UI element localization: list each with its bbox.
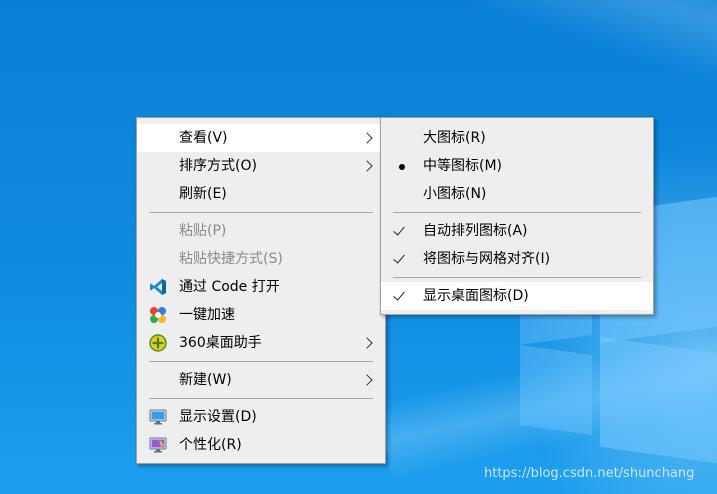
submenu-item-large-icons[interactable]: 大图标(R) (381, 124, 653, 152)
menu-separator (149, 361, 373, 362)
menu-separator (393, 212, 641, 213)
checkmark-icon (393, 223, 405, 236)
menu-item-new[interactable]: 新建(W) (137, 366, 385, 394)
menu-item-label: 通过 Code 打开 (179, 279, 280, 295)
menu-item-label: 刷新(E) (179, 186, 227, 202)
radio-dot-icon (399, 164, 405, 170)
chevron-right-icon (361, 132, 373, 144)
menu-item-label: 显示设置(D) (179, 409, 257, 425)
menu-item-paste[interactable]: 粘贴(P) (137, 217, 385, 245)
menu-item-label: 查看(V) (179, 130, 228, 146)
menu-item-one-click-speedup[interactable]: 一键加速 (137, 301, 385, 329)
checkmark-icon (393, 288, 405, 301)
menu-item-360-desktop-assistant[interactable]: 360桌面助手 (137, 329, 385, 357)
watermark-text: https://blog.csdn.net/shunchang (484, 466, 695, 481)
menu-item-label: 360桌面助手 (179, 335, 262, 351)
submenu-item-label: 将图标与网格对齐(I) (423, 251, 551, 267)
personalize-icon (149, 436, 167, 454)
menu-item-display-settings[interactable]: 显示设置(D) (137, 403, 385, 431)
submenu-item-align-to-grid[interactable]: 将图标与网格对齐(I) (381, 245, 653, 273)
chevron-right-icon (361, 374, 373, 386)
menu-item-label: 个性化(R) (179, 437, 242, 453)
menu-item-label: 新建(W) (179, 372, 232, 388)
submenu-item-label: 显示桌面图标(D) (423, 288, 529, 304)
view-submenu: 大图标(R) 中等图标(M) 小图标(N) 自动排列图标(A) 将图标与网格对齐… (380, 117, 654, 315)
chevron-right-icon (361, 337, 373, 349)
submenu-item-show-desktop-icons[interactable]: 显示桌面图标(D) (381, 282, 653, 310)
menu-item-paste-shortcut[interactable]: 粘贴快捷方式(S) (137, 245, 385, 273)
menu-item-label: 粘贴(P) (179, 223, 227, 239)
menu-separator (149, 398, 373, 399)
chevron-right-icon (361, 160, 373, 172)
menu-separator (149, 212, 373, 213)
speedup-icon (149, 306, 167, 324)
menu-item-sort-by[interactable]: 排序方式(O) (137, 152, 385, 180)
menu-item-label: 排序方式(O) (179, 158, 257, 174)
menu-item-refresh[interactable]: 刷新(E) (137, 180, 385, 208)
menu-item-open-with-code[interactable]: 通过 Code 打开 (137, 273, 385, 301)
menu-item-view[interactable]: 查看(V) (137, 124, 385, 152)
submenu-item-medium-icons[interactable]: 中等图标(M) (381, 152, 653, 180)
360-assistant-icon (149, 334, 167, 352)
menu-item-label: 一键加速 (179, 307, 235, 323)
vscode-icon (149, 278, 167, 296)
submenu-item-auto-arrange[interactable]: 自动排列图标(A) (381, 217, 653, 245)
display-settings-icon (149, 408, 167, 426)
submenu-item-label: 中等图标(M) (423, 158, 503, 174)
submenu-item-small-icons[interactable]: 小图标(N) (381, 180, 653, 208)
menu-item-label: 粘贴快捷方式(S) (179, 251, 283, 267)
windows-logo-pane-left-bottom (520, 344, 592, 436)
submenu-item-label: 自动排列图标(A) (423, 223, 528, 239)
menu-separator (393, 277, 641, 278)
windows-logo-pane-bottom (600, 336, 717, 464)
checkmark-icon (393, 251, 405, 264)
desktop-context-menu: 查看(V) 排序方式(O) 刷新(E) 粘贴(P) 粘贴快捷方式(S) 通过 C… (136, 117, 386, 464)
menu-item-personalize[interactable]: 个性化(R) (137, 431, 385, 459)
submenu-item-label: 大图标(R) (423, 130, 486, 146)
submenu-item-label: 小图标(N) (423, 186, 487, 202)
